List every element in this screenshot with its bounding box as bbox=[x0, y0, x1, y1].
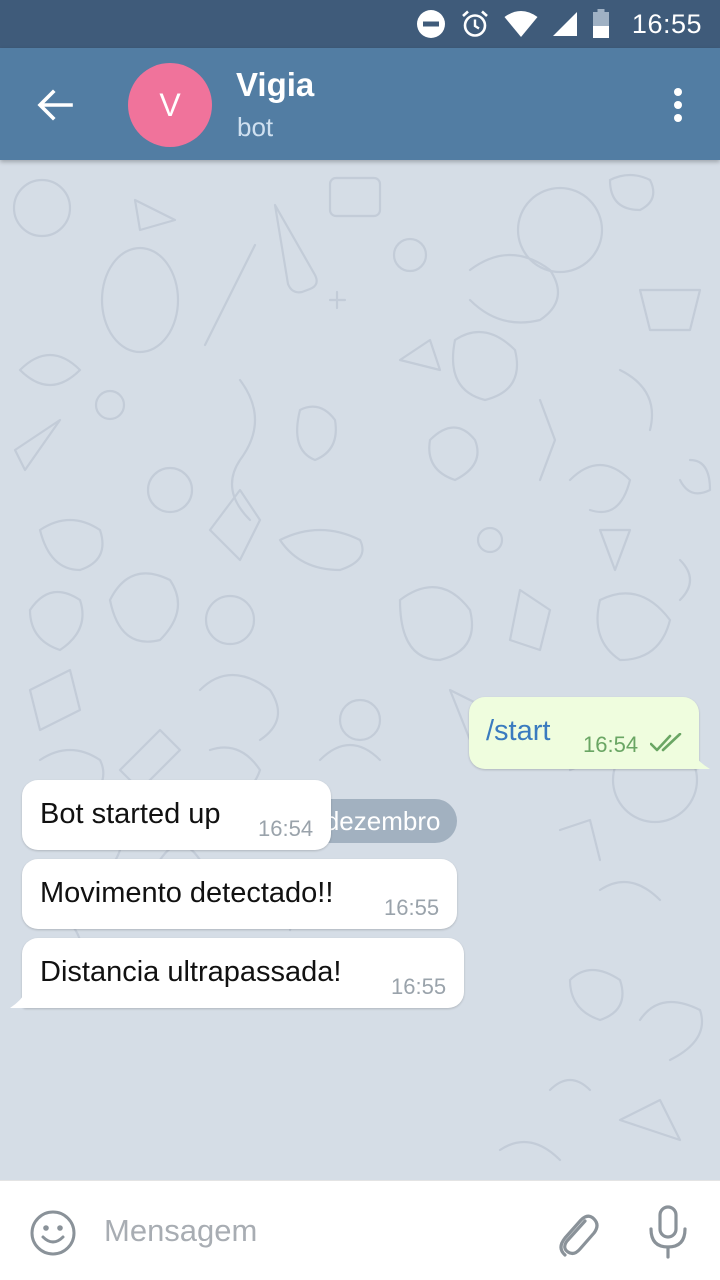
incoming-bubble-tail bbox=[10, 989, 28, 1008]
message-text[interactable]: Distancia ultrapassada! bbox=[40, 956, 341, 989]
status-time: 16:55 bbox=[631, 8, 702, 39]
message-time: 16:55 bbox=[391, 974, 447, 999]
message-input-bar bbox=[0, 1180, 720, 1280]
chat-header: V Vigia bot bbox=[0, 48, 720, 160]
double-check-icon bbox=[650, 733, 682, 752]
more-options-button[interactable] bbox=[666, 78, 690, 132]
message-time: 16:55 bbox=[384, 895, 440, 920]
message-text[interactable]: Bot started up bbox=[40, 798, 221, 831]
message-bubble-incoming[interactable]: Distancia ultrapassada! 16:55 bbox=[22, 938, 464, 1008]
alarm-icon bbox=[462, 10, 488, 37]
status-icons: 16:55 bbox=[416, 0, 702, 48]
chat-title[interactable]: Vigia bbox=[236, 66, 314, 104]
message-bubble-outgoing[interactable]: /start 16:54 bbox=[469, 697, 699, 769]
message-bubble-incoming[interactable]: Bot started up 16:54 bbox=[22, 780, 331, 850]
battery-icon bbox=[592, 9, 609, 38]
chat-subtitle: bot bbox=[237, 112, 274, 142]
avatar-letter: V bbox=[159, 86, 181, 123]
status-bar: 16:55 bbox=[0, 0, 720, 48]
message-text[interactable]: /start bbox=[486, 715, 550, 748]
message-input[interactable] bbox=[104, 1209, 524, 1253]
microphone-icon[interactable] bbox=[646, 1205, 690, 1259]
signal-icon bbox=[552, 12, 577, 36]
message-time: 16:54 bbox=[583, 732, 639, 757]
outgoing-bubble-tail bbox=[690, 750, 710, 769]
message-text[interactable]: Movimento detectado!! bbox=[40, 877, 333, 910]
emoji-icon[interactable] bbox=[28, 1208, 78, 1258]
more-vertical-icon bbox=[674, 88, 682, 122]
back-button[interactable] bbox=[24, 78, 86, 132]
chat-area[interactable]: 5 de dezembro bbox=[0, 160, 720, 1180]
message-bubble-incoming[interactable]: Movimento detectado!! 16:55 bbox=[22, 859, 457, 929]
message-time: 16:54 bbox=[258, 816, 314, 841]
avatar[interactable]: V bbox=[128, 63, 212, 147]
paperclip-icon[interactable] bbox=[552, 1207, 600, 1259]
do-not-disturb-icon bbox=[416, 10, 445, 38]
wifi-icon bbox=[504, 11, 538, 37]
arrow-left-icon bbox=[37, 89, 73, 121]
doodle-background-pattern bbox=[12, 173, 712, 1162]
